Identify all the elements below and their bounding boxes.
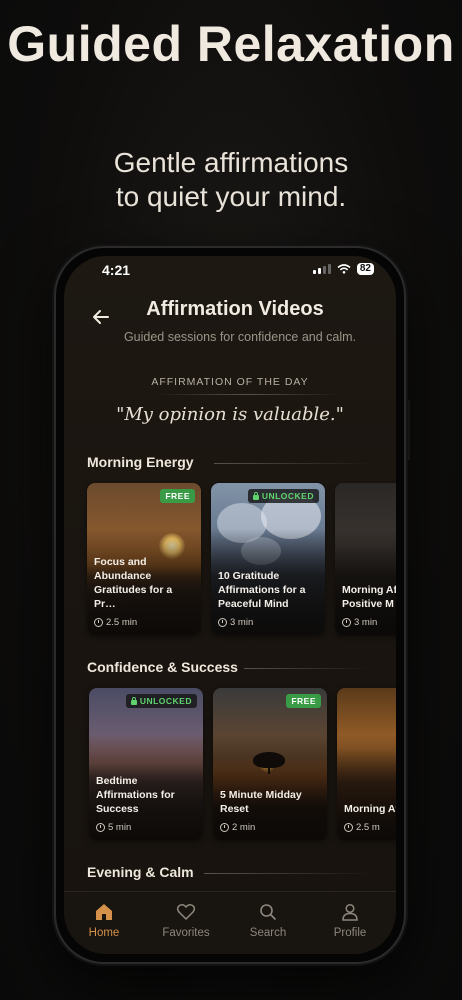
status-bar: 4:21 82: [64, 256, 396, 286]
video-title: 5 Minute Midday Reset: [220, 789, 302, 815]
unlocked-badge: UNLOCKED: [247, 489, 319, 503]
video-card[interactable]: Morning Affirmations Positive M 3 min: [335, 483, 396, 635]
hero-subtitle: Gentle affirmations to quiet your mind.: [113, 147, 349, 212]
heart-icon: [176, 904, 196, 921]
affirmation-quote: "My opinion is valuable.": [116, 404, 344, 425]
phone-frame: 4:21 82 Affirmation Videos Guided sessio…: [56, 248, 404, 962]
page-title: Affirmation Videos: [146, 298, 324, 320]
nav-home[interactable]: Home: [64, 902, 144, 939]
divider: [156, 394, 340, 395]
signal-icon: [312, 264, 331, 274]
video-duration: 2.5 m: [344, 822, 380, 833]
video-duration: 2 min: [220, 822, 255, 833]
duration-text: 2 min: [232, 822, 256, 833]
nav-profile-label: Profile: [333, 927, 367, 939]
clock-icon: [94, 618, 103, 627]
video-duration: 5 min: [96, 822, 131, 833]
battery-indicator: 82: [356, 263, 374, 275]
clock-icon: [220, 823, 229, 832]
volume-up-button: [52, 400, 55, 444]
section-divider: [244, 668, 372, 669]
video-title: 10 Gratitude Affirmations for a Peaceful…: [218, 570, 306, 610]
clock-icon: [218, 618, 227, 627]
video-title: Morning Affirmati Success: [344, 803, 396, 815]
section-title-morning-energy: Morning Energy: [87, 454, 194, 470]
home-icon: [96, 904, 112, 920]
volume-down-button: [52, 462, 55, 506]
video-card[interactable]: UNLOCKED Bedtime Affirmations for Succes…: [89, 688, 203, 840]
video-title: Focus and Abundance Gratitudes for a Pr…: [94, 556, 173, 610]
unlocked-badge-text: UNLOCKED: [261, 491, 314, 501]
free-badge: FREE: [286, 694, 321, 708]
status-time: 4:21: [102, 262, 131, 278]
free-badge: FREE: [160, 489, 195, 503]
video-card[interactable]: FREE Focus and Abundance Gratitudes for …: [87, 483, 201, 635]
duration-text: 3 min: [354, 617, 378, 628]
video-duration: 3 min: [342, 617, 377, 628]
video-title: Morning Affirmations Positive M: [342, 584, 396, 610]
video-title: Bedtime Affirmations for Success: [96, 775, 175, 815]
video-card[interactable]: FREE 5 Minute Midday Reset 2 min: [213, 688, 327, 840]
duration-text: 5 min: [108, 822, 132, 833]
clock-icon: [344, 823, 353, 832]
app-screen: 4:21 82 Affirmation Videos Guided sessio…: [64, 256, 396, 954]
lock-icon: [130, 696, 137, 705]
video-card[interactable]: UNLOCKED 10 Gratitude Affirmations for a…: [211, 483, 325, 635]
mute-switch: [52, 342, 55, 364]
status-icons: 82: [312, 263, 374, 275]
hero-title: Guided Relaxation: [0, 18, 462, 70]
duration-text: 2.5 m: [356, 822, 380, 833]
lock-icon: [252, 491, 259, 500]
search-icon: [260, 904, 276, 920]
nav-favorites-label: Favorites: [162, 927, 210, 939]
section-divider: [214, 463, 372, 464]
hero-title-text: Guided Relaxation: [7, 16, 455, 72]
duration-text: 2.5 min: [106, 617, 138, 628]
nav-search-label: Search: [249, 927, 287, 939]
duration-text: 3 min: [230, 617, 254, 628]
section-title-evening-calm: Evening & Calm: [87, 864, 194, 880]
nav-home-label: Home: [88, 927, 120, 939]
section-title-confidence-success: Confidence & Success: [87, 659, 238, 675]
section-divider: [204, 873, 372, 874]
unlocked-badge: UNLOCKED: [125, 694, 197, 708]
bottom-navigation: Home Favorites Search Profile: [64, 891, 396, 954]
clock-icon: [96, 823, 105, 832]
video-card[interactable]: Morning Affirmati Success 2.5 m: [337, 688, 396, 840]
affirmation-of-day-label: AFFIRMATION OF THE DAY: [151, 376, 309, 388]
video-duration: 2.5 min: [94, 617, 137, 628]
nav-favorites[interactable]: Favorites: [146, 902, 226, 939]
nav-profile[interactable]: Profile: [310, 902, 390, 939]
page-subtitle: Guided sessions for confidence and calm.: [123, 330, 357, 344]
unlocked-badge-text: UNLOCKED: [139, 696, 192, 706]
nav-search[interactable]: Search: [228, 902, 308, 939]
power-button: [407, 400, 410, 460]
wifi-icon: [337, 264, 351, 274]
clock-icon: [342, 618, 351, 627]
video-duration: 3 min: [218, 617, 253, 628]
person-icon: [342, 903, 358, 921]
